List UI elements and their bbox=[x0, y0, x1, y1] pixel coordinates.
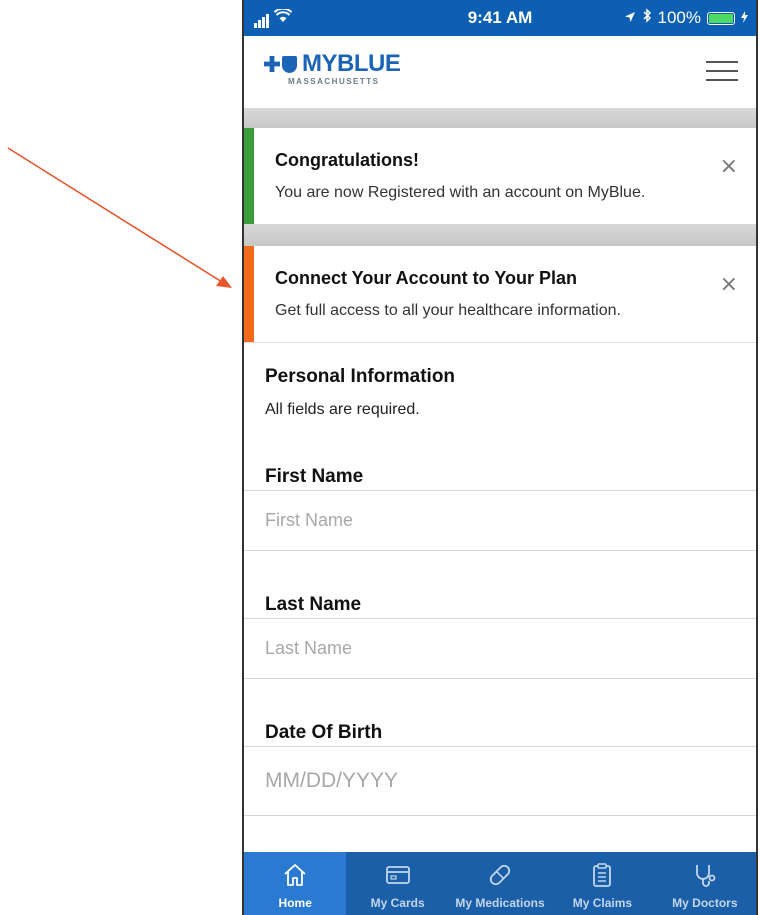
logo-subtext: MASSACHUSETTS bbox=[288, 77, 380, 86]
stethoscope-icon bbox=[691, 861, 719, 892]
registration-banner: Congratulations! You are now Registered … bbox=[244, 128, 756, 224]
tab-label: My Medications bbox=[455, 896, 545, 910]
divider-strip bbox=[244, 108, 756, 128]
myblue-logo[interactable]: MYBLUE MASSACHUSETTS bbox=[264, 50, 401, 86]
pill-icon bbox=[486, 861, 514, 892]
last-name-input[interactable] bbox=[244, 618, 756, 679]
first-name-input[interactable] bbox=[244, 490, 756, 551]
banner-title: Connect Your Account to Your Plan bbox=[275, 268, 578, 288]
battery-icon bbox=[707, 11, 735, 25]
menu-icon[interactable] bbox=[706, 61, 738, 81]
tab-home[interactable]: Home bbox=[244, 852, 347, 915]
section-title: Personal Information bbox=[265, 366, 456, 387]
cross-logo-icon bbox=[264, 56, 280, 72]
banner-title: Congratulations! bbox=[275, 150, 419, 170]
banner-text: Get full access to all your healthcare i… bbox=[275, 302, 621, 319]
tab-label: Home bbox=[278, 896, 312, 910]
dob-label: Date Of Birth bbox=[265, 722, 383, 743]
banner-accent bbox=[244, 128, 254, 224]
divider-strip bbox=[244, 224, 756, 246]
first-name-label: First Name bbox=[265, 466, 364, 487]
phone-screen: 9:41 AM 100% MYBLUE MASSACHUSETTS Congra… bbox=[242, 0, 758, 915]
tab-my-claims[interactable]: My Claims bbox=[551, 852, 653, 915]
last-name-label: Last Name bbox=[265, 594, 362, 615]
tab-label: My Cards bbox=[370, 896, 425, 910]
status-right: 100% bbox=[624, 8, 748, 28]
home-icon bbox=[281, 861, 309, 892]
tab-my-cards[interactable]: My Cards bbox=[346, 852, 448, 915]
bluetooth-icon bbox=[642, 8, 652, 28]
connect-plan-banner: Connect Your Account to Your Plan Get fu… bbox=[244, 246, 756, 343]
card-icon bbox=[384, 861, 412, 892]
charging-icon bbox=[741, 8, 748, 28]
clipboard-icon bbox=[588, 861, 616, 892]
dob-input[interactable] bbox=[244, 746, 756, 816]
battery-percent: 100% bbox=[657, 8, 701, 27]
tab-label: My Claims bbox=[572, 896, 633, 910]
location-icon bbox=[624, 8, 636, 28]
tab-my-doctors[interactable]: My Doctors bbox=[654, 852, 756, 915]
status-bar: 9:41 AM 100% bbox=[244, 0, 756, 36]
shield-logo-icon bbox=[282, 55, 297, 73]
bottom-tab-bar: Home My Cards My Medications My Claims M… bbox=[244, 852, 756, 915]
close-icon[interactable]: × bbox=[720, 154, 738, 179]
section-note: All fields are required. bbox=[265, 401, 420, 418]
banner-text: You are now Registered with an account o… bbox=[275, 184, 646, 201]
logo-text: MYBLUE bbox=[302, 50, 401, 77]
tab-my-medications[interactable]: My Medications bbox=[449, 852, 551, 915]
close-icon[interactable]: × bbox=[720, 272, 738, 297]
tab-label: My Doctors bbox=[672, 896, 738, 910]
banner-accent bbox=[244, 246, 254, 342]
app-header: MYBLUE MASSACHUSETTS bbox=[244, 36, 756, 108]
